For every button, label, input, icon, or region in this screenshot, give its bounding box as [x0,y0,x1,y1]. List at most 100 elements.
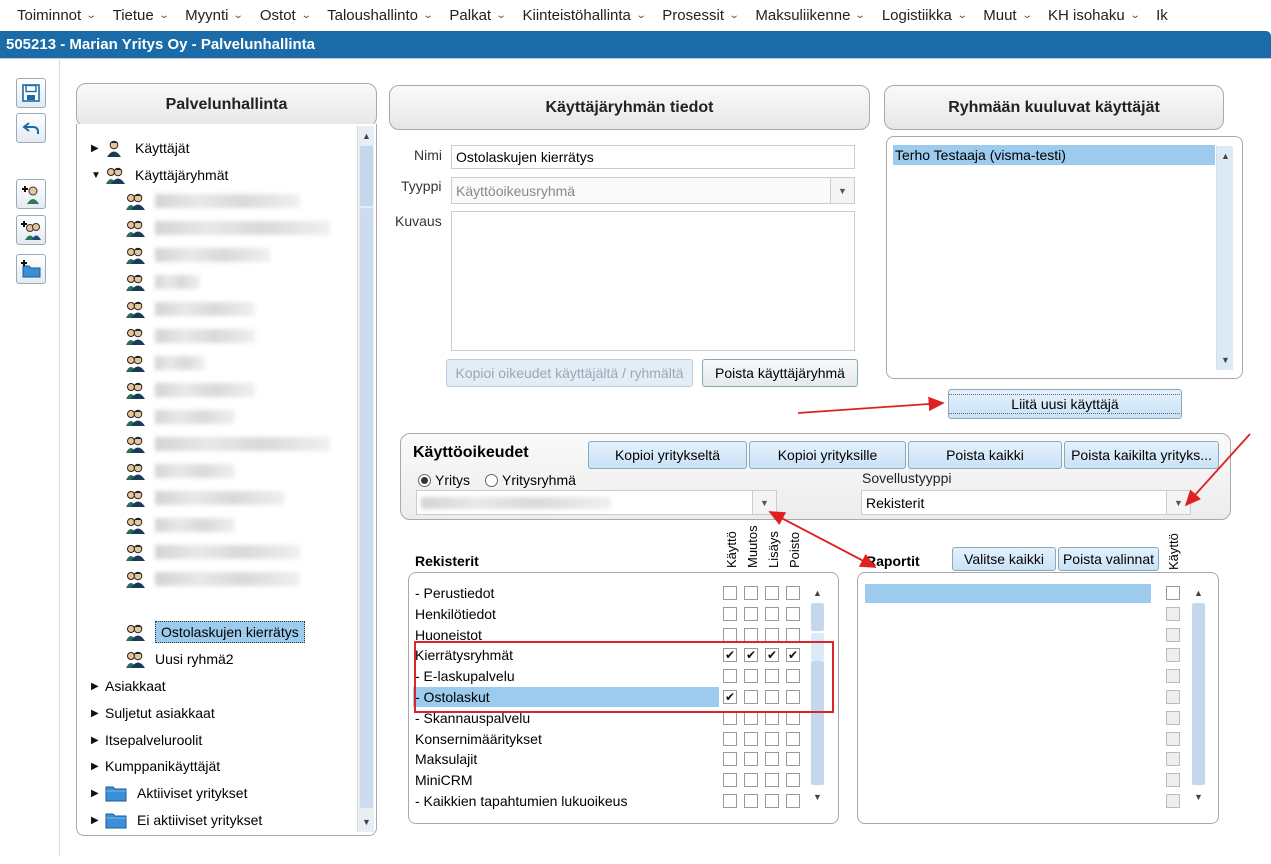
tree-group-item[interactable] [125,271,200,293]
scroll-up-icon[interactable]: ▲ [358,128,375,144]
checkbox[interactable] [765,773,779,788]
remove-all-button[interactable]: Poista kaikki [908,441,1062,469]
copy-rights-button[interactable]: Kopioi oikeudet käyttäjältä / ryhmältä [446,359,693,387]
checkbox[interactable] [744,731,758,746]
report-checkbox[interactable] [1166,710,1180,725]
checkbox[interactable] [765,794,779,808]
checkbox[interactable] [744,773,758,788]
group-user-row[interactable]: Terho Testaaja (visma-testi) [893,145,1215,165]
checkbox[interactable] [744,794,758,808]
report-row-selected[interactable] [865,584,1151,603]
report-checkbox[interactable] [1166,669,1180,684]
menu-item-0[interactable]: Toiminnot ⌄ [17,7,97,24]
register-row[interactable]: Konsernimääritykset [415,729,542,749]
checkbox[interactable] [765,627,779,642]
undo-icon[interactable] [16,113,46,143]
report-checkbox[interactable] [1166,606,1180,621]
menu-item-7[interactable]: Prosessit ⌄ [662,7,739,24]
checkbox[interactable] [723,731,737,746]
checkbox[interactable] [786,752,800,767]
report-checkbox[interactable] [1166,690,1180,704]
checkbox[interactable] [723,586,737,600]
expand-down-icon[interactable]: ▼ [91,170,105,181]
checkbox[interactable] [723,627,737,642]
tree-group-item[interactable] [125,433,330,455]
tree-self-service-roles[interactable]: ▶ Itsepalveluroolit [91,729,202,751]
report-checkbox[interactable] [1166,627,1180,642]
menu-item-9[interactable]: Logistiikka ⌄ [882,7,968,24]
checkbox[interactable] [744,752,758,767]
menu-item-5[interactable]: Palkat ⌄ [449,7,506,24]
expand-right-icon[interactable]: ▶ [91,735,105,746]
checkbox[interactable] [744,586,758,600]
checkbox[interactable] [744,606,758,621]
checkbox[interactable] [723,773,737,788]
copy-to-companies-button[interactable]: Kopioi yrityksille [749,441,906,469]
tree-group-item[interactable] [125,460,235,482]
add-user-button[interactable]: Liitä uusi käyttäjä [948,389,1182,419]
tree-groups[interactable]: ▼ Käyttäjäryhmät [91,164,228,186]
scroll-thumb[interactable] [360,146,373,206]
report-checkbox[interactable] [1166,586,1180,600]
tree-group-selected[interactable]: Ostolaskujen kierrätys [125,621,305,643]
remove-all-from-companies-button[interactable]: Poista kaikilta yrityks... [1064,441,1219,469]
register-row[interactable]: - Kaikkien tapahtumien lukuoikeus [415,791,627,811]
report-checkbox[interactable] [1166,752,1180,767]
checkbox[interactable] [723,752,737,767]
chevron-down-icon[interactable]: ▼ [1166,491,1190,514]
scroll-up-icon[interactable]: ▲ [809,585,826,601]
menu-item-10[interactable]: Muut ⌄ [983,7,1032,24]
scroll-down-icon[interactable]: ▼ [358,814,375,830]
add-group-icon[interactable] [16,215,46,245]
checkbox[interactable] [723,794,737,808]
save-icon[interactable] [16,78,46,108]
expand-right-icon[interactable]: ▶ [91,815,105,826]
users-scrollbar[interactable]: ▲ ▼ [1216,146,1233,370]
tree-scrollbar[interactable]: ▲ ▼ [357,126,374,832]
menu-item-1[interactable]: Tietue ⌄ [113,7,170,24]
add-folder-icon[interactable] [16,254,46,284]
tree-group-item[interactable] [125,379,255,401]
expand-right-icon[interactable]: ▶ [91,788,105,799]
type-select[interactable]: Käyttöoikeusryhmä ▼ [451,177,855,204]
checkbox[interactable] [765,752,779,767]
tree-customers[interactable]: ▶ Asiakkaat [91,675,166,697]
register-row[interactable]: Henkilötiedot [415,604,496,624]
tree-group-item[interactable] [125,325,255,347]
checkbox[interactable] [786,606,800,621]
tree-group-item[interactable] [125,298,255,320]
tree-group-item[interactable] [125,244,270,266]
checkbox[interactable] [744,627,758,642]
menu-item-8[interactable]: Maksuliikenne ⌄ [755,7,866,24]
tree-group-item[interactable] [125,406,235,428]
checkbox[interactable] [765,586,779,600]
report-checkbox[interactable] [1166,773,1180,788]
tree-group-new[interactable]: Uusi ryhmä2 [125,648,234,670]
scroll-down-icon[interactable]: ▼ [809,789,826,805]
description-textarea[interactable] [451,211,855,351]
tree-partner-users[interactable]: ▶ Kumppanikäyttäjät [91,755,220,777]
chevron-down-icon[interactable]: ▼ [752,491,776,514]
checkbox[interactable] [723,606,737,621]
register-row[interactable]: Maksulajit [415,749,477,769]
tree-users[interactable]: ▶ Käyttäjät [91,137,189,159]
tree-inactive-companies[interactable]: ▶ Ei aktiiviset yritykset [91,809,262,831]
scroll-up-icon[interactable]: ▲ [1190,585,1207,601]
tree-group-item[interactable] [125,541,300,563]
tree-group-item[interactable] [125,514,235,536]
clear-selection-button[interactable]: Poista valinnat [1058,547,1159,571]
expand-right-icon[interactable]: ▶ [91,761,105,772]
checkbox[interactable] [786,586,800,600]
company-select[interactable]: ▼ [416,490,777,515]
checkbox[interactable] [765,731,779,746]
tree-group-item[interactable] [125,190,300,212]
copy-from-company-button[interactable]: Kopioi yritykseltä [588,441,747,469]
tree-group-item[interactable] [125,568,300,590]
menu-item-6[interactable]: Kiinteistöhallinta ⌄ [523,7,647,24]
chevron-down-icon[interactable]: ▼ [830,178,854,203]
tree-group-item[interactable] [125,352,205,374]
tree-closed-customers[interactable]: ▶ Suljetut asiakkaat [91,702,215,724]
checkbox[interactable] [786,627,800,642]
scroll-thumb[interactable] [811,603,824,631]
tree-active-companies[interactable]: ▶ Aktiiviset yritykset [91,782,247,804]
